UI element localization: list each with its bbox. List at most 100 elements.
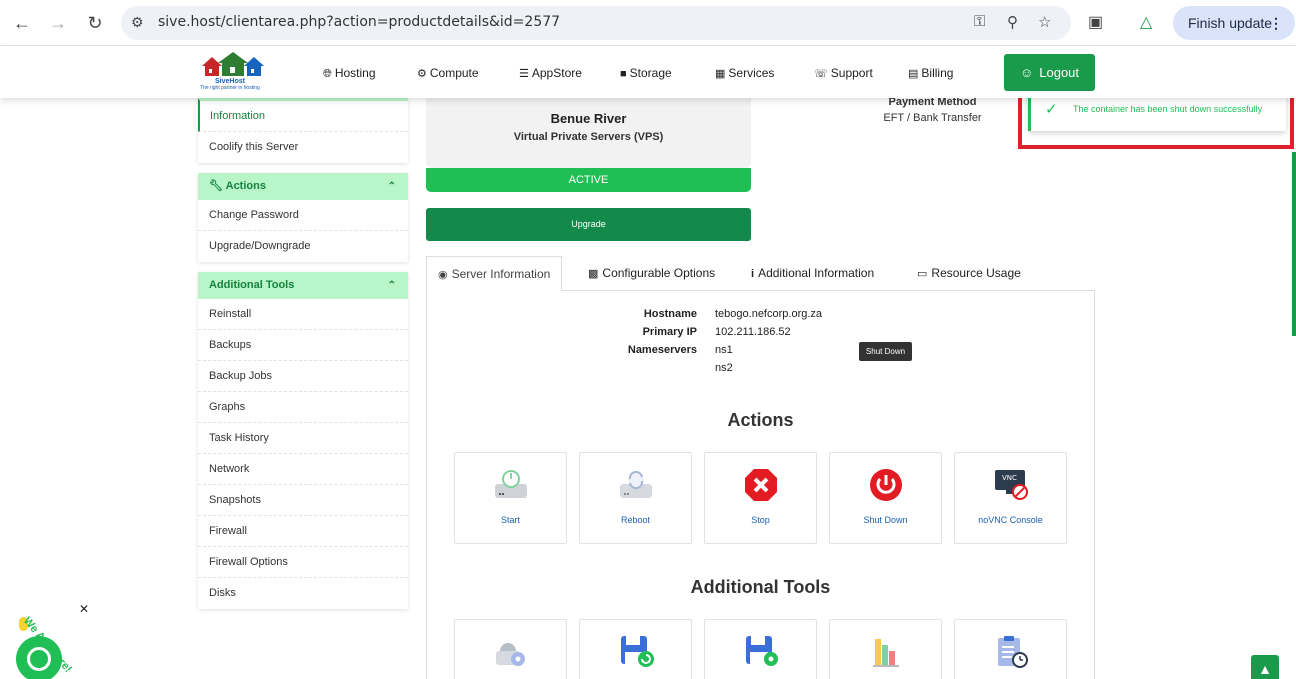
chat-bubble-icon: [27, 647, 51, 671]
menu-support[interactable]: ☏ Support: [814, 66, 873, 80]
clipboard-clock-icon: [992, 635, 1030, 669]
product-type: Virtual Private Servers (VPS): [513, 131, 664, 143]
box-icon: ■: [620, 68, 627, 80]
save-restore-icon: [617, 635, 655, 669]
menu-storage[interactable]: ■ Storage: [620, 66, 672, 80]
menu-billing[interactable]: ▤ Billing: [908, 66, 953, 80]
sidebar-item-label: Network: [209, 463, 250, 475]
finish-update-label: Finish update: [1188, 15, 1273, 31]
novnc-console-label: noVNC Console: [978, 515, 1043, 525]
sidebar-overview-panel: Information Coolify this Server: [198, 98, 408, 163]
tool-graphs-button[interactable]: [829, 619, 942, 679]
sidebar-item-task-history[interactable]: Task History: [198, 423, 408, 454]
menu-billing-label: Billing: [921, 66, 954, 80]
sidebar-item-upgrade-downgrade[interactable]: Upgrade/Downgrade: [198, 231, 408, 262]
site-settings-icon[interactable]: ⚙: [131, 14, 144, 31]
tool-backup-jobs-button[interactable]: [704, 619, 817, 679]
reload-icon[interactable]: ↻: [82, 10, 108, 36]
product-card: Benue River Virtual Private Servers (VPS…: [426, 98, 751, 168]
sidebar-item-label: Coolify this Server: [209, 141, 299, 153]
sidebar-tools-panel: Additional Tools ⌃ Reinstall Backups Back…: [198, 272, 408, 609]
extensions-icon[interactable]: ▣: [1088, 12, 1103, 32]
chevron-up-icon[interactable]: ⌃: [388, 272, 396, 299]
actions-title: Actions: [727, 410, 794, 430]
sidebar-item-label: Upgrade/Downgrade: [209, 240, 311, 252]
sidebar-item-firewall[interactable]: Firewall: [198, 516, 408, 547]
nameservers-label: Nameservers: [627, 344, 697, 356]
stop-button[interactable]: Stop: [704, 452, 817, 544]
logout-button[interactable]: ☺ Logout: [1004, 54, 1095, 91]
close-icon[interactable]: ✕: [79, 602, 89, 616]
sidebar-item-label: Reinstall: [209, 308, 252, 320]
hdd-icon: ▭: [917, 268, 928, 280]
address-bar[interactable]: ⚙ sive.host/clientarea.php?action=produc…: [121, 6, 1071, 40]
sidebar-tools-header[interactable]: Additional Tools ⌃: [198, 272, 408, 299]
start-button[interactable]: Start: [454, 452, 567, 544]
sidebar-item-label: Firewall: [209, 525, 247, 537]
tab-label: Server Information: [451, 267, 551, 281]
rocket-icon[interactable]: ▲: [1251, 655, 1279, 679]
tool-backups-button[interactable]: [579, 619, 692, 679]
password-key-icon[interactable]: ⚿: [974, 13, 985, 30]
menu-compute[interactable]: ⚙ Compute: [417, 66, 479, 80]
reboot-button[interactable]: Reboot: [579, 452, 692, 544]
hostname-value: tebogo.nefcorp.org.za: [715, 308, 823, 320]
tab-server-information[interactable]: ◉ Server Information: [426, 256, 563, 291]
vnc-monitor-disabled-icon: VNC: [992, 468, 1030, 502]
sidebar-tools-title: Additional Tools: [209, 279, 295, 291]
nameserver-2: ns2: [715, 362, 733, 374]
sidebar-item-snapshots[interactable]: Snapshots: [198, 485, 408, 516]
sidebar-item-backups[interactable]: Backups: [198, 330, 408, 361]
stop-octagon-icon: [742, 468, 780, 502]
start-server-icon: [492, 468, 530, 502]
sidebar-item-disks[interactable]: Disks: [198, 578, 408, 609]
sidebar-actions-title: Actions: [225, 180, 266, 192]
chevron-up-icon[interactable]: ⌃: [388, 173, 396, 200]
tool-reinstall-button[interactable]: [454, 619, 567, 679]
wrench-icon: 🔧︎: [209, 180, 226, 192]
tool-task-history-button[interactable]: [954, 619, 1067, 679]
sidebar-item-change-password[interactable]: Change Password: [198, 200, 408, 231]
tab-additional-information[interactable]: i Additional Information: [751, 256, 874, 291]
sidebar-item-label: Disks: [209, 587, 236, 599]
power-icon: [867, 468, 905, 502]
back-icon[interactable]: ←: [9, 10, 35, 36]
upgrade-button[interactable]: Upgrade: [426, 208, 751, 241]
svg-text:VNC: VNC: [1002, 474, 1017, 482]
sivehost-logo[interactable]: SiveHost The right partner in hosting: [200, 52, 270, 94]
save-settings-icon: [742, 635, 780, 669]
menu-appstore[interactable]: ☰ AppStore: [519, 66, 582, 80]
sidebar-item-reinstall[interactable]: Reinstall: [198, 299, 408, 330]
status-badge: ACTIVE: [426, 168, 751, 192]
sidebar-item-information[interactable]: Information: [198, 98, 408, 132]
sidebar-item-graphs[interactable]: Graphs: [198, 392, 408, 423]
sidebar-item-label: Information: [210, 110, 266, 122]
disk-settings-icon: [492, 635, 530, 669]
profile-icon[interactable]: △: [1140, 12, 1152, 32]
tab-bar: ◉ Server Information ▩ Configurable Option…: [426, 256, 1095, 291]
sidebar-item-network[interactable]: Network: [198, 454, 408, 485]
sidebar-item-label: Backups: [209, 339, 252, 351]
menu-services[interactable]: ▦ Services: [715, 66, 774, 80]
chat-button[interactable]: [16, 636, 62, 679]
novnc-console-button[interactable]: VNC noVNC Console: [954, 452, 1067, 544]
menu-hosting[interactable]: 🌐︎ Hosting: [323, 66, 376, 81]
scroll-indicator: [1292, 152, 1296, 336]
url-text[interactable]: sive.host/clientarea.php?action=productd…: [158, 14, 560, 30]
sidebar-actions-header[interactable]: 🔧︎ Actions ⌃: [198, 173, 408, 200]
shut-down-tooltip: Shut Down: [859, 342, 912, 361]
menu-support-label: Support: [830, 66, 873, 80]
sidebar-item-firewall-options[interactable]: Firewall Options: [198, 547, 408, 578]
sidebar-item-coolify[interactable]: Coolify this Server: [198, 132, 408, 163]
globe-icon: 🌐︎: [323, 68, 332, 80]
sidebar-item-backup-jobs[interactable]: Backup Jobs: [198, 361, 408, 392]
more-menu-icon[interactable]: ⋮: [1269, 6, 1283, 40]
bookmark-star-icon[interactable]: ☆: [1038, 13, 1051, 31]
shut-down-button[interactable]: Shut Down: [829, 452, 942, 544]
zoom-icon[interactable]: ⚲: [1007, 13, 1018, 31]
forward-icon[interactable]: →: [45, 10, 71, 36]
primary-ip-label: Primary IP: [642, 326, 697, 338]
tab-resource-usage[interactable]: ▭ Resource Usage: [917, 256, 1021, 291]
finish-update-button[interactable]: Finish update ⋮: [1173, 6, 1295, 40]
tab-configurable-options[interactable]: ▩ Configurable Options: [588, 256, 715, 291]
